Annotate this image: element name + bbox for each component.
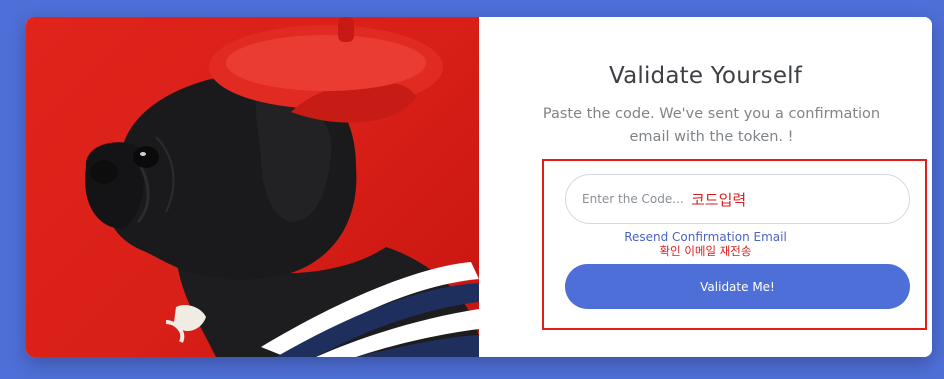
validation-card: Validate Yourself Paste the code. We've …	[26, 17, 932, 357]
hero-image	[26, 17, 479, 357]
pug-illustration	[85, 17, 479, 357]
resend-annotation: 확인 이메일 재전송	[659, 244, 752, 258]
page-title: Validate Yourself	[608, 63, 803, 89]
instructions-text: Paste the code. We've sent you a confirm…	[542, 106, 881, 145]
code-input-annotation: 코드입력	[691, 191, 747, 209]
validation-form: Validate Yourself Paste the code. We've …	[479, 17, 932, 357]
validate-button[interactable]: Validate Me!	[565, 264, 910, 309]
resend-email-link[interactable]: Resend Confirmation Email	[479, 230, 932, 244]
